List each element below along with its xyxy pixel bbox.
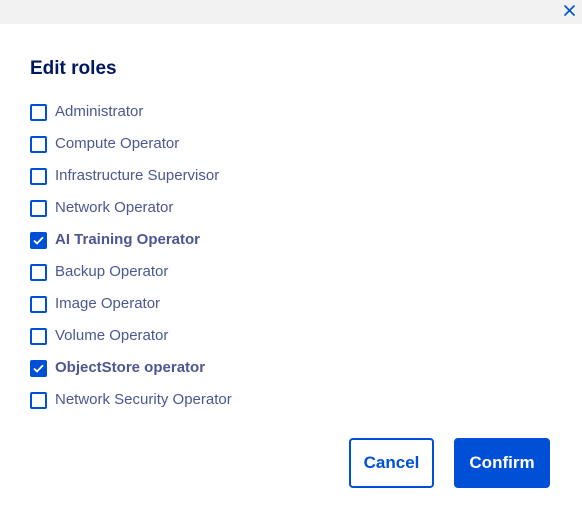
roles-list: Administrator Compute Operator Infrastru… [30, 96, 232, 416]
role-label: Volume Operator [55, 327, 169, 344]
close-icon [563, 4, 575, 16]
role-item-volume-operator[interactable]: Volume Operator [30, 320, 232, 352]
role-checkbox[interactable] [30, 231, 47, 249]
role-item-network-operator[interactable]: Network Operator [30, 192, 232, 224]
role-item-network-security-operator[interactable]: Network Security Operator [30, 384, 232, 416]
role-label: Network Security Operator [55, 391, 232, 408]
dialog-top-bar [0, 0, 582, 24]
close-button[interactable] [560, 1, 578, 19]
role-label: Network Operator [55, 199, 174, 216]
role-checkbox[interactable] [30, 199, 47, 217]
dialog-title: Edit roles [30, 58, 117, 79]
role-label: Infrastructure Supervisor [55, 167, 220, 184]
role-label: AI Training Operator [55, 231, 201, 248]
role-label: Backup Operator [55, 263, 169, 280]
role-checkbox[interactable] [30, 295, 47, 313]
role-item-ai-training-operator[interactable]: AI Training Operator [30, 224, 232, 256]
role-checkbox[interactable] [30, 103, 47, 121]
role-checkbox[interactable] [30, 167, 47, 185]
role-label: Compute Operator [55, 135, 180, 152]
role-item-backup-operator[interactable]: Backup Operator [30, 256, 232, 288]
role-label: ObjectStore operator [55, 359, 206, 376]
check-icon [33, 236, 44, 245]
role-item-image-operator[interactable]: Image Operator [30, 288, 232, 320]
role-checkbox[interactable] [30, 359, 47, 377]
confirm-button[interactable]: Confirm [454, 438, 550, 488]
role-checkbox[interactable] [30, 327, 47, 345]
role-item-administrator[interactable]: Administrator [30, 96, 232, 128]
role-item-compute-operator[interactable]: Compute Operator [30, 128, 232, 160]
role-checkbox[interactable] [30, 263, 47, 281]
role-checkbox[interactable] [30, 135, 47, 153]
role-item-infrastructure-supervisor[interactable]: Infrastructure Supervisor [30, 160, 232, 192]
cancel-button[interactable]: Cancel [349, 438, 434, 488]
role-label: Administrator [55, 103, 144, 120]
role-label: Image Operator [55, 295, 161, 312]
role-checkbox[interactable] [30, 391, 47, 409]
check-icon [33, 364, 44, 373]
role-item-objectstore-operator[interactable]: ObjectStore operator [30, 352, 232, 384]
